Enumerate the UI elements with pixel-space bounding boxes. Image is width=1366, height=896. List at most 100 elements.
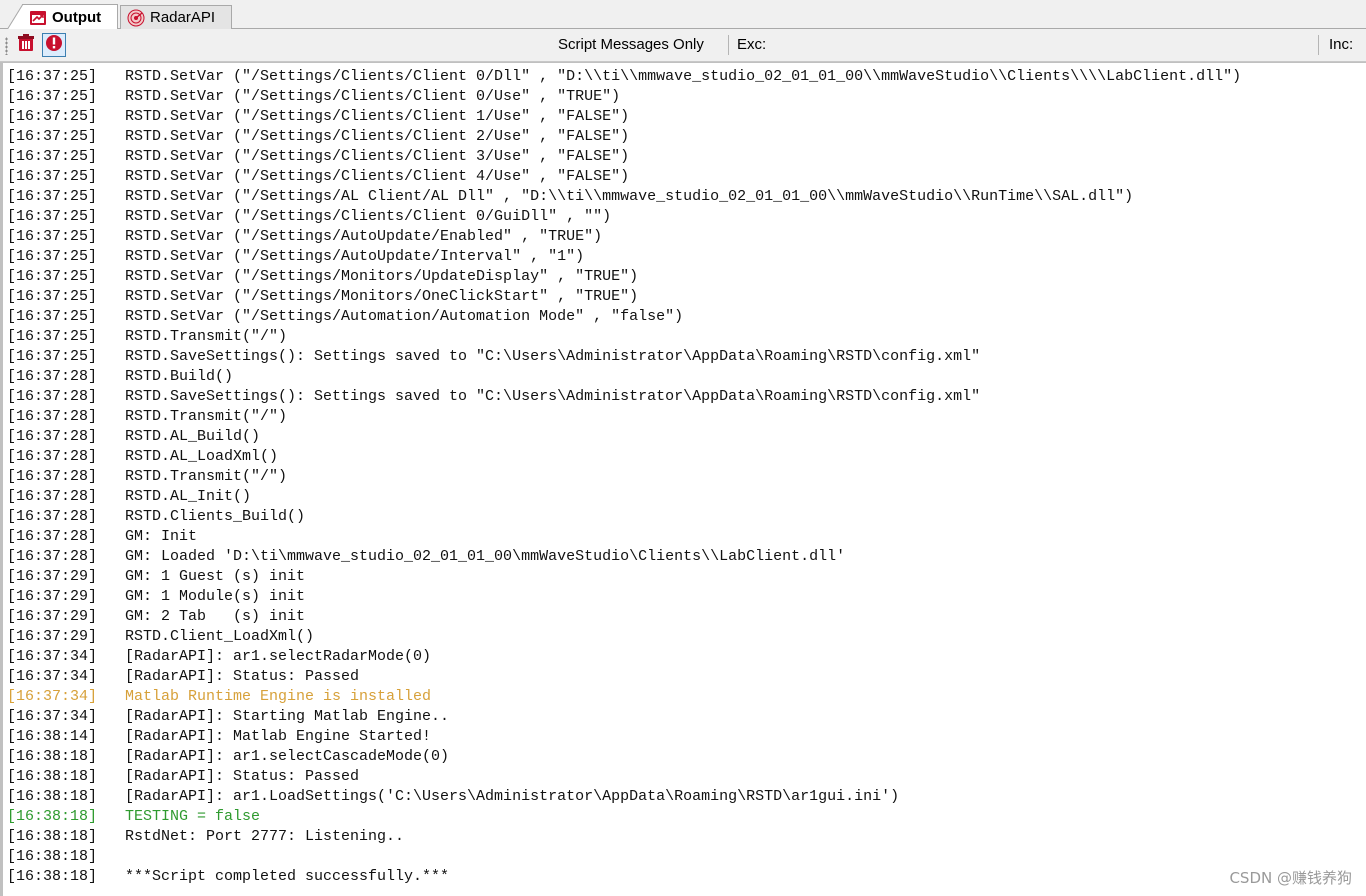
log-message: RSTD.SetVar ("/Settings/AutoUpdate/Inter… <box>125 248 585 265</box>
log-line: [16:38:18] [RadarAPI]: ar1.LoadSettings('… <box>7 787 1241 807</box>
log-line: [16:37:25] RSTD.SetVar ("/Settings/Client… <box>7 67 1241 87</box>
log-message: Matlab Runtime Engine is installed <box>125 688 432 705</box>
log-line: [16:37:28] RSTD.Transmit("/") <box>7 467 1241 487</box>
log-message: RSTD.SetVar ("/Settings/AutoUpdate/Enabl… <box>125 228 603 245</box>
log-timestamp: [16:37:25] <box>7 88 98 105</box>
log-message: GM: 1 Module(s) init <box>125 588 306 605</box>
log-message: RSTD.Transmit("/") <box>125 468 288 485</box>
log-line: [16:38:18] RstdNet: Port 2777: Listening.… <box>7 827 1241 847</box>
log-message: RSTD.SetVar ("/Settings/Clients/Client 3… <box>125 148 630 165</box>
output-icon <box>29 9 47 27</box>
tab-output-label: Output <box>52 9 102 26</box>
log-message: ***Script completed successfully.*** <box>125 868 450 885</box>
log-timestamp: [16:37:28] <box>7 408 98 425</box>
log-timestamp: [16:37:25] <box>7 208 98 225</box>
log-message: RSTD.AL_Init() <box>125 488 252 505</box>
log-message: [RadarAPI]: ar1.selectCascadeMode(0) <box>125 748 450 765</box>
log-message: GM: 2 Tab (s) init <box>125 608 306 625</box>
exclude-filter-label: Exc: <box>737 36 767 53</box>
log-line: [16:38:14] [RadarAPI]: Matlab Engine Star… <box>7 727 1241 747</box>
log-timestamp: [16:37:28] <box>7 508 98 525</box>
watermark: CSDN @赚钱养狗 <box>1229 869 1352 887</box>
log-message: RstdNet: Port 2777: Listening.. <box>125 828 405 845</box>
log-timestamp: [16:37:28] <box>7 448 98 465</box>
log-timestamp: [16:37:25] <box>7 148 98 165</box>
log-message: GM: Loaded 'D:\ti\mmwave_studio_02_01_01… <box>125 548 846 565</box>
stop-script-button[interactable] <box>42 33 66 57</box>
toolbar-separator <box>728 35 729 55</box>
log-timestamp: [16:38:18] <box>7 868 98 885</box>
log-lines: [16:37:25] RSTD.SetVar ("/Settings/Client… <box>7 67 1241 887</box>
clear-output-button[interactable] <box>14 33 38 57</box>
log-line: [16:37:28] RSTD.AL_Build() <box>7 427 1241 447</box>
log-timestamp: [16:37:29] <box>7 568 98 585</box>
log-line: [16:38:18] [RadarAPI]: ar1.selectCascadeM… <box>7 747 1241 767</box>
log-timestamp: [16:38:14] <box>7 728 98 745</box>
script-messages-only-toggle[interactable]: Script Messages Only <box>558 36 704 53</box>
log-timestamp: [16:37:34] <box>7 708 98 725</box>
log-line: [16:37:34] [RadarAPI]: ar1.selectRadarMod… <box>7 647 1241 667</box>
toolbar-grip[interactable] <box>5 37 8 55</box>
output-toolbar: Script Messages Only Exc: Inc: <box>0 29 1366 62</box>
stop-icon <box>45 34 63 57</box>
log-message: RSTD.Build() <box>125 368 234 385</box>
log-message: RSTD.SetVar ("/Settings/Monitors/OneClic… <box>125 288 639 305</box>
tab-radarapi-label: RadarAPI <box>150 9 216 26</box>
log-line: [16:37:25] RSTD.Transmit("/") <box>7 327 1241 347</box>
log-timestamp: [16:38:18] <box>7 828 98 845</box>
log-message: RSTD.SaveSettings(): Settings saved to "… <box>125 348 981 365</box>
log-line: [16:37:28] RSTD.Build() <box>7 367 1241 387</box>
log-line: [16:37:29] GM: 1 Module(s) init <box>7 587 1241 607</box>
log-line: [16:37:25] RSTD.SetVar ("/Settings/Client… <box>7 167 1241 187</box>
log-timestamp: [16:37:25] <box>7 348 98 365</box>
log-line: [16:38:18] TESTING = false <box>7 807 1241 827</box>
log-line: [16:37:29] GM: 1 Guest (s) init <box>7 567 1241 587</box>
log-message: RSTD.SetVar ("/Settings/AL Client/AL Dll… <box>125 188 1134 205</box>
log-line: [16:37:34] [RadarAPI]: Status: Passed <box>7 667 1241 687</box>
log-line: [16:37:28] GM: Init <box>7 527 1241 547</box>
output-window: Output RadarAPI Script Messages Only Exc… <box>0 0 1366 896</box>
log-timestamp: [16:38:18] <box>7 768 98 785</box>
log-timestamp: [16:37:25] <box>7 328 98 345</box>
log-line: [16:37:25] RSTD.SetVar ("/Settings/Automa… <box>7 307 1241 327</box>
log-line: [16:37:28] RSTD.SaveSettings(): Settings … <box>7 387 1241 407</box>
log-timestamp: [16:37:25] <box>7 168 98 185</box>
log-line: [16:37:25] RSTD.SaveSettings(): Settings … <box>7 347 1241 367</box>
log-timestamp: [16:37:28] <box>7 548 98 565</box>
log-message: [RadarAPI]: Starting Matlab Engine.. <box>125 708 450 725</box>
log-line: [16:37:25] RSTD.SetVar ("/Settings/AutoUp… <box>7 227 1241 247</box>
log-line: [16:37:28] RSTD.Transmit("/") <box>7 407 1241 427</box>
log-timestamp: [16:38:18] <box>7 748 98 765</box>
log-message: RSTD.AL_Build() <box>125 428 261 445</box>
log-message: RSTD.SetVar ("/Settings/Clients/Client 0… <box>125 208 612 225</box>
log-timestamp: [16:37:25] <box>7 108 98 125</box>
log-message: RSTD.SetVar ("/Settings/Clients/Client 2… <box>125 128 630 145</box>
log-line: [16:37:25] RSTD.SetVar ("/Settings/AL Cli… <box>7 187 1241 207</box>
log-line: [16:37:28] GM: Loaded 'D:\ti\mmwave_studi… <box>7 547 1241 567</box>
tab-strip: Output RadarAPI <box>0 0 1366 30</box>
log-message: [RadarAPI]: Status: Passed <box>125 668 360 685</box>
log-message: RSTD.SetVar ("/Settings/Clients/Client 1… <box>125 108 630 125</box>
log-message: GM: 1 Guest (s) init <box>125 568 306 585</box>
log-timestamp: [16:37:25] <box>7 288 98 305</box>
log-timestamp: [16:37:34] <box>7 668 98 685</box>
tab-radarapi[interactable]: RadarAPI <box>120 5 232 29</box>
log-message: RSTD.Transmit("/") <box>125 328 288 345</box>
log-line: [16:38:18] [RadarAPI]: Status: Passed <box>7 767 1241 787</box>
log-line: [16:37:25] RSTD.SetVar ("/Settings/AutoUp… <box>7 247 1241 267</box>
log-timestamp: [16:37:28] <box>7 388 98 405</box>
log-timestamp: [16:37:29] <box>7 588 98 605</box>
log-message: RSTD.AL_LoadXml() <box>125 448 279 465</box>
log-message: RSTD.Transmit("/") <box>125 408 288 425</box>
log-timestamp: [16:37:25] <box>7 248 98 265</box>
log-message: [RadarAPI]: ar1.selectRadarMode(0) <box>125 648 432 665</box>
tab-slant-decoration <box>7 4 23 30</box>
log-timestamp: [16:37:28] <box>7 528 98 545</box>
exclude-filter-input[interactable] <box>771 35 1315 57</box>
log-timestamp: [16:37:25] <box>7 268 98 285</box>
log-timestamp: [16:37:28] <box>7 488 98 505</box>
radar-icon <box>127 9 145 27</box>
output-log-panel[interactable]: [16:37:25] RSTD.SetVar ("/Settings/Client… <box>0 62 1366 896</box>
tab-output[interactable]: Output <box>7 4 118 30</box>
log-line: [16:37:34] [RadarAPI]: Starting Matlab En… <box>7 707 1241 727</box>
